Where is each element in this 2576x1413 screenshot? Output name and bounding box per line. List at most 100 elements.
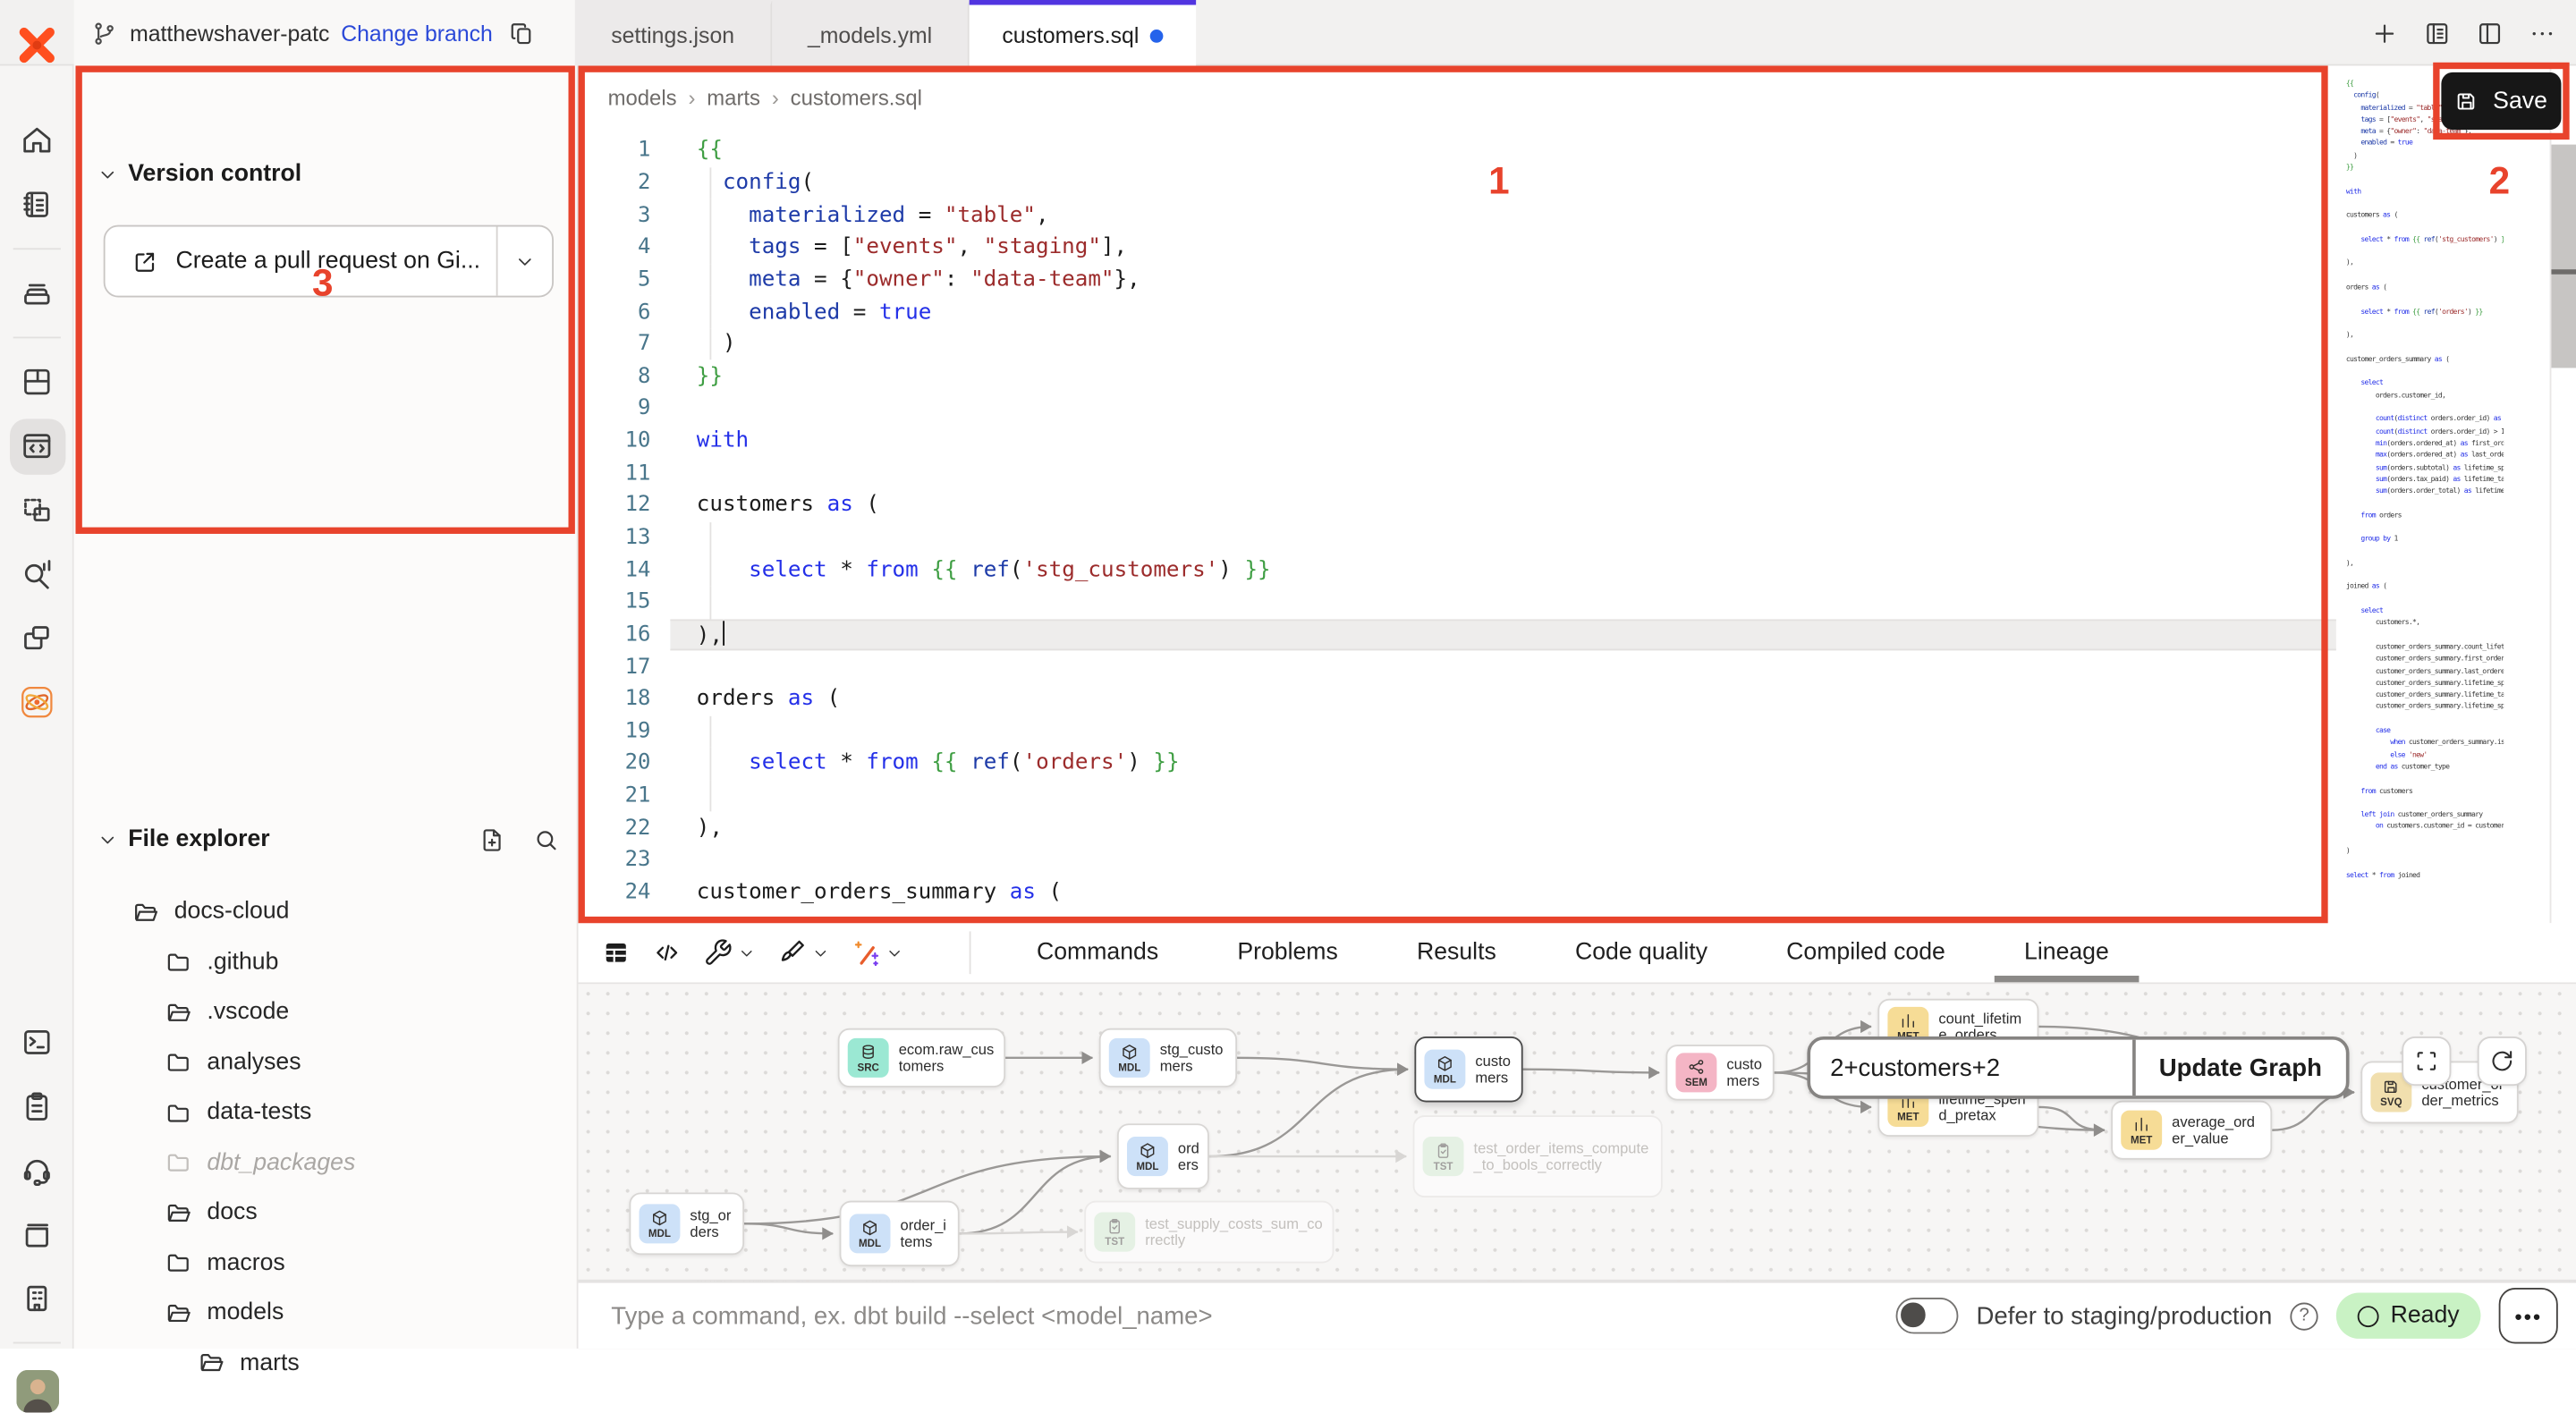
ellipsis-icon[interactable] [2529,19,2556,47]
code-line-19[interactable]: 19 [579,715,2340,748]
tab-customers.sql[interactable]: customers.sql [970,0,1197,65]
status-badge[interactable]: Ready [2336,1293,2480,1339]
lineage-node-order_items[interactable]: MDLorder_items [840,1201,960,1266]
code-line-20[interactable]: 20 select * from {{ ref('orders') }} [579,748,2340,780]
tree-item-models[interactable]: models [74,1288,575,1338]
tree-item-docs-cloud[interactable]: docs-cloud [74,887,575,937]
code-line-9[interactable]: 9 [579,393,2340,425]
code-line-24[interactable]: 24customer_orders_summary as ( [579,876,2340,909]
wrench-tool-button[interactable] [703,938,756,968]
editor-minimap[interactable]: {{ config( materialized = "table", tags … [2346,79,2504,919]
sidebar-item-notebook[interactable] [9,176,64,232]
chevron-down-icon[interactable] [738,943,756,961]
code-line-6[interactable]: 6 enabled = true [579,296,2340,328]
sidebar-item-headset[interactable] [9,1142,64,1197]
code-line-8[interactable]: 8}} [579,360,2340,393]
code-line-15[interactable]: 15 [579,587,2340,619]
help-icon[interactable]: ? [2291,1302,2318,1330]
lineage-canvas[interactable]: SRCecom.raw_customers MDLstg_customers MDL… [579,982,2576,1281]
sidebar-item-building[interactable] [9,1271,64,1326]
lineage-node-stg_customers[interactable]: MDLstg_customers [1099,1028,1237,1087]
code-tool-button[interactable] [652,938,682,968]
tree-item-.vscode[interactable]: .vscode [74,987,575,1037]
breadcrumb-item[interactable]: marts [688,86,760,111]
sidebar-item-clipboard[interactable] [9,1079,64,1134]
sidebar-item-windows[interactable] [9,610,64,665]
tree-item-docs[interactable]: docs [74,1188,575,1238]
panel-tab-problems[interactable]: Problems [1198,923,1377,982]
panel-tab-commands[interactable]: Commands [997,923,1198,982]
tree-item-dbt_packages[interactable]: dbt_packages [74,1138,575,1188]
sidebar-item-grid[interactable] [9,354,64,410]
breadcrumb-item[interactable]: customers.sql [772,86,922,111]
lineage-node-test_order_items[interactable]: TSTtest_order_items_compute_to_bools_cor… [1413,1115,1663,1197]
lineage-node-raw_customers[interactable]: SRCecom.raw_customers [838,1028,1005,1087]
chevron-down-icon[interactable] [811,943,829,961]
copy-icon[interactable] [507,19,535,47]
refresh-button[interactable] [2478,1036,2527,1086]
sidebar-item-book[interactable] [9,1206,64,1262]
chevron-down-icon[interactable] [886,943,903,961]
code-line-7[interactable]: 7 ) [579,328,2340,360]
lineage-node-customers_sem[interactable]: SEMcustomers [1665,1045,1774,1100]
code-line-1[interactable]: 1{{ [579,135,2340,167]
code-line-16[interactable]: 16), [579,619,2340,651]
lineage-selector-input[interactable] [1810,1040,2132,1096]
code-line-10[interactable]: 10with [579,425,2340,457]
panel-rows-icon[interactable] [2423,19,2451,47]
panel-tab-compiled-code[interactable]: Compiled code [1747,923,1985,982]
tree-item-marts[interactable]: marts [74,1338,575,1388]
code-line-23[interactable]: 23 [579,844,2340,876]
code-line-3[interactable]: 3 materialized = "table", [579,199,2340,232]
search-icon[interactable] [532,825,560,853]
lineage-node-avg_order[interactable]: METaverage_order_value [2111,1101,2272,1160]
tab-settings.json[interactable]: settings.json [575,0,772,65]
dbt-logo[interactable] [0,0,74,65]
sidebar-item-atom[interactable] [9,674,64,730]
create-pull-request-button[interactable]: Create a pull request on Gi... [104,225,554,298]
sidebar-item-search-insights[interactable] [9,546,64,602]
code-editor[interactable]: models marts customers.sql 1{{2 config(3 m… [579,65,2340,923]
more-options-button[interactable]: ••• [2499,1288,2558,1343]
defer-toggle[interactable] [1896,1298,1959,1333]
pr-button-dropdown[interactable] [496,226,552,295]
editor-scrollbar[interactable] [2551,145,2576,368]
code-line-5[interactable]: 5 meta = {"owner": "data-team"}, [579,264,2340,296]
fullscreen-button[interactable] [2402,1036,2451,1086]
command-input[interactable] [608,1300,1896,1332]
code-line-11[interactable]: 11 [579,457,2340,489]
code-line-12[interactable]: 12customers as ( [579,489,2340,521]
tree-item-.github[interactable]: .github [74,937,575,987]
sidebar-item-terminal[interactable] [9,1014,64,1070]
code-line-14[interactable]: 14 select * from {{ ref('stg_customers')… [579,554,2340,587]
table-tool-button[interactable] [601,938,631,968]
new-file-icon[interactable] [478,825,505,853]
code-line-4[interactable]: 4 tags = ["events", "staging"], [579,232,2340,264]
lineage-node-test_supply[interactable]: TSTtest_supply_costs_sum_correctly [1084,1201,1334,1264]
panel-tab-lineage[interactable]: Lineage [1985,923,2148,982]
file-explorer-header[interactable]: File explorer [97,821,560,857]
sidebar-item-select-area[interactable] [9,482,64,537]
code-line-13[interactable]: 13 [579,522,2340,554]
tree-item-data-tests[interactable]: data-tests [74,1087,575,1138]
update-graph-button[interactable]: Update Graph [2135,1040,2346,1096]
lineage-node-orders[interactable]: MDLorders [1117,1123,1209,1189]
sidebar-item-home[interactable] [9,113,64,168]
code-lines[interactable]: 1{{2 config(3 materialized = "table",4 t… [579,135,2340,910]
code-line-22[interactable]: 22), [579,812,2340,844]
tree-item-macros[interactable]: macros [74,1238,575,1288]
lineage-node-customers_model[interactable]: MDLcustomers [1414,1036,1522,1102]
code-line-2[interactable]: 2 config( [579,167,2340,199]
code-line-17[interactable]: 17 [579,651,2340,683]
code-line-21[interactable]: 21 [579,780,2340,812]
sidebar-item-archive[interactable] [9,266,64,321]
plus-icon[interactable] [2370,19,2398,47]
tree-item-analyses[interactable]: analyses [74,1037,575,1087]
save-button[interactable]: Save [2441,72,2561,130]
tab-_models.yml[interactable]: _models.yml [772,0,969,65]
breadcrumb-item[interactable]: models [608,86,677,111]
version-control-header[interactable]: Version control [97,156,560,191]
sidebar-item-code-window[interactable] [9,418,64,473]
code-line-18[interactable]: 18orders as ( [579,683,2340,715]
lineage-node-stg_orders[interactable]: MDLstg_orders [629,1192,744,1255]
